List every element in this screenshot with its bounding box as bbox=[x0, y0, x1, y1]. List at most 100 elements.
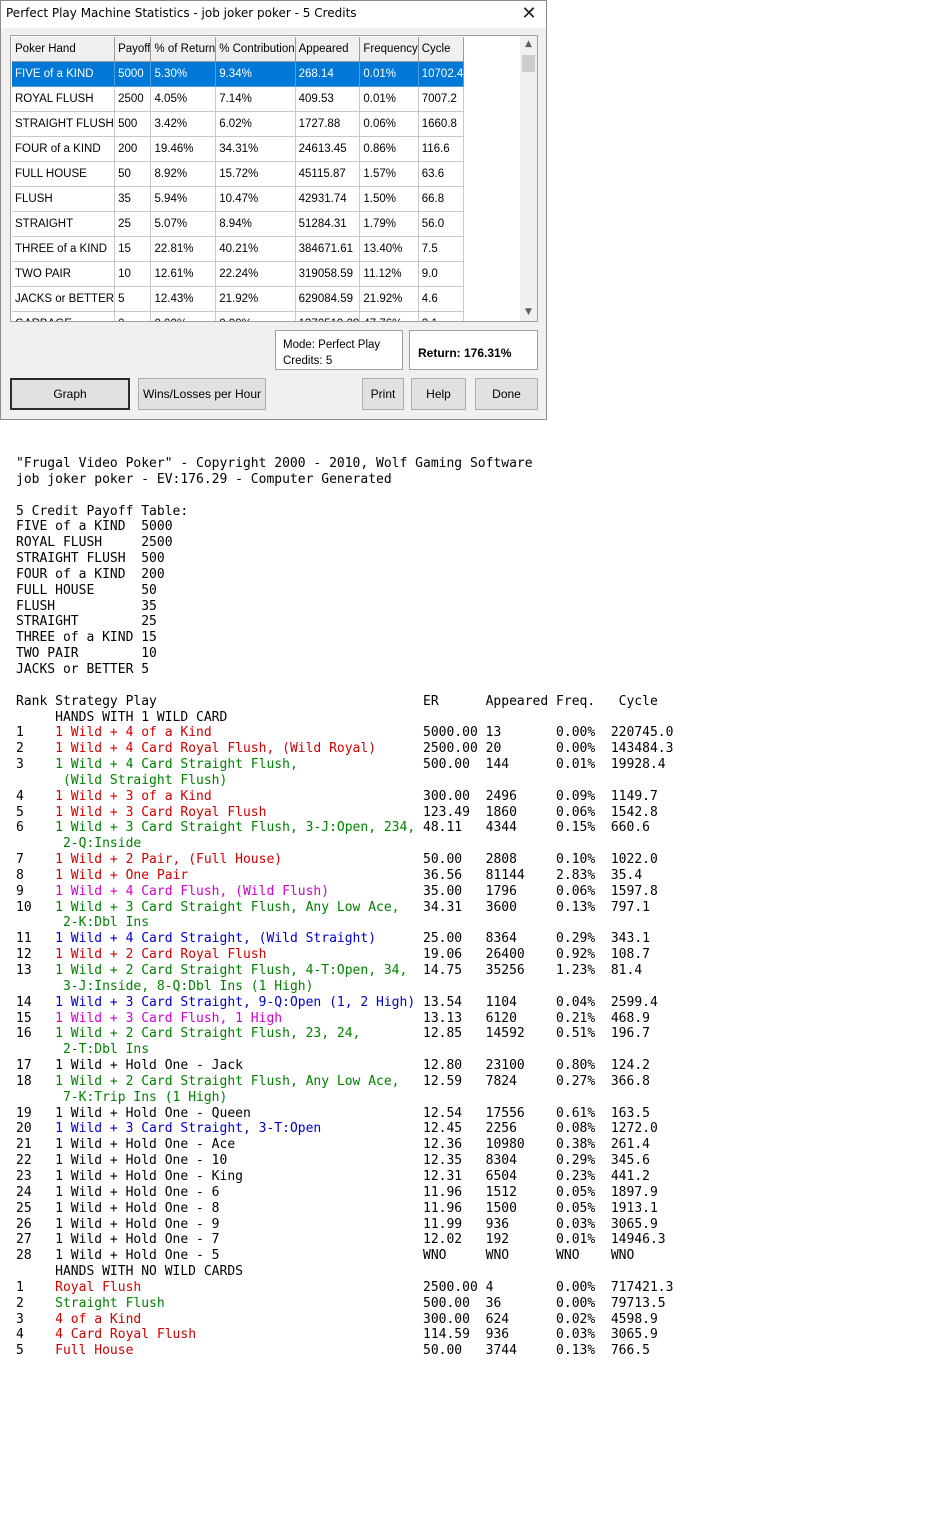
strategy-play: 2-T:Dbl Ins bbox=[55, 1042, 150, 1058]
strategy-play: 1 Wild + 4 Card Royal Flush, (Wild Royal… bbox=[55, 741, 423, 757]
table-row[interactable]: FLUSH 35 5.94% 10.47% 42931.74 1.50% 66.8 bbox=[12, 186, 465, 212]
play-stats: 50.00 2808 0.10% 1022.0 bbox=[423, 852, 658, 868]
table-cell: FOUR of a KIND bbox=[12, 136, 116, 162]
report-line: 10 1 Wild + 3 Card Straight Flush, Any L… bbox=[16, 900, 673, 916]
close-icon[interactable]: ✕ bbox=[518, 3, 540, 25]
statistics-dialog: Perfect Play Machine Statistics - job jo… bbox=[0, 0, 547, 420]
done-button[interactable]: Done bbox=[475, 378, 538, 410]
help-button[interactable]: Help bbox=[411, 378, 466, 410]
play-stats: 11.96 1512 0.05% 1897.9 bbox=[423, 1184, 658, 1200]
vertical-scrollbar[interactable]: ▲ ▼ bbox=[520, 36, 537, 321]
table-cell: 200 bbox=[114, 136, 152, 162]
rank-number: 3 bbox=[16, 757, 56, 773]
strategy-play: 1 Wild + 4 Card Flush, (Wild Flush) bbox=[55, 883, 423, 899]
play-stats: 12.36 10980 0.38% 261.4 bbox=[423, 1137, 650, 1153]
column-header[interactable]: % Contribution bbox=[215, 37, 296, 62]
report-line: 13 1 Wild + 2 Card Straight Flush, 4-T:O… bbox=[16, 963, 673, 979]
report-line: STRAIGHT 25 bbox=[16, 614, 157, 630]
table-row[interactable]: TWO PAIR 10 12.61% 22.24% 319058.59 11.12% 9.0 bbox=[12, 261, 465, 287]
table-cell: THREE of a KIND bbox=[12, 236, 116, 262]
rank-number: 1 bbox=[16, 725, 56, 741]
report-line: 23 1 Wild + Hold One - King 12.31 6504 0… bbox=[16, 1169, 673, 1185]
report-line: JACKS or BETTER 5 bbox=[16, 661, 150, 677]
table-cell: 7.5 bbox=[418, 236, 465, 262]
report-line: 15 1 Wild + 3 Card Flush, 1 High 13.13 6… bbox=[16, 1011, 673, 1027]
scroll-up-icon[interactable]: ▲ bbox=[520, 36, 537, 53]
report-line: 4 1 Wild + 3 of a Kind 300.00 2496 0.09%… bbox=[16, 789, 673, 805]
hand-statistics-list[interactable]: Poker Hand Payoff% of Return% Contributio… bbox=[10, 35, 538, 322]
report-line bbox=[16, 488, 673, 504]
report-line: 2-K:Dbl Ins bbox=[16, 915, 673, 931]
table-cell: TWO PAIR bbox=[12, 261, 116, 287]
table-cell: 10.47% bbox=[215, 186, 296, 212]
table-row[interactable]: FIVE of a KIND 5000 5.30% 9.34% 268.14 0.01% 1… bbox=[12, 61, 465, 87]
rank-number: 17 bbox=[16, 1058, 56, 1074]
table-row[interactable]: THREE of a KIND 15 22.81% 40.21% 384671.61 13… bbox=[12, 236, 465, 262]
graph-button[interactable]: Graph bbox=[10, 378, 130, 410]
table-cell: 4.6 bbox=[418, 286, 465, 312]
rank-number: 5 bbox=[16, 804, 56, 820]
strategy-play: 1 Wild + Hold One - 6 bbox=[55, 1184, 423, 1200]
table-row[interactable]: STRAIGHT 25 5.07% 8.94% 51284.31 1.79% 56.0 bbox=[12, 211, 465, 237]
report-line: 17 1 Wild + Hold One - Jack 12.80 23100 … bbox=[16, 1058, 673, 1074]
report-line: 26 1 Wild + Hold One - 9 11.99 936 0.03%… bbox=[16, 1217, 673, 1233]
table-cell: 5.30% bbox=[150, 61, 217, 87]
print-button[interactable]: Print bbox=[362, 378, 404, 410]
table-row[interactable]: GARBAGE00.00%0.00%1370519.2847.76%2.1 bbox=[12, 311, 465, 321]
report-line: THREE of a KIND 15 bbox=[16, 630, 157, 646]
column-header[interactable]: Cycle bbox=[418, 37, 465, 62]
table-row[interactable]: JACKS or BETTER 5 12.43% 21.92% 629084.59 21.… bbox=[12, 286, 465, 312]
table-row[interactable]: FOUR of a KIND 200 19.46% 34.31% 24613.45 0.8… bbox=[12, 136, 465, 162]
table-cell: 319058.59 bbox=[295, 261, 361, 287]
strategy-play: 1 Wild + 3 Card Straight Flush, 3-J:Open… bbox=[55, 820, 423, 836]
table-cell: 8.92% bbox=[150, 161, 217, 187]
return-value: Return: 176.31% bbox=[418, 346, 512, 360]
rank-number: 6 bbox=[16, 820, 56, 836]
table-cell: 0.86% bbox=[359, 136, 419, 162]
rank-number: 5 bbox=[16, 1343, 56, 1359]
table-row[interactable]: ROYAL FLUSH 2500 4.05% 7.14% 409.53 0.01% 7007… bbox=[12, 86, 465, 112]
table-cell: 629084.59 bbox=[295, 286, 361, 312]
scroll-thumb[interactable] bbox=[522, 55, 535, 72]
report-line bbox=[16, 678, 673, 694]
report-line: HANDS WITH NO WILD CARDS bbox=[16, 1264, 243, 1280]
scroll-down-icon[interactable]: ▼ bbox=[520, 304, 537, 321]
report-line: FOUR of a KIND 200 bbox=[16, 566, 165, 582]
play-stats: 11.96 1500 0.05% 1913.1 bbox=[423, 1200, 658, 1216]
table-cell: 45115.87 bbox=[295, 161, 361, 187]
strategy-play: 1 Wild + 2 Card Straight Flush, 4-T:Open… bbox=[55, 963, 423, 978]
table-cell: 5 bbox=[114, 286, 152, 312]
strategy-play: Full House bbox=[55, 1343, 423, 1359]
report-line: 6 1 Wild + 3 Card Straight Flush, 3-J:Op… bbox=[16, 820, 673, 836]
report-line: TWO PAIR 10 bbox=[16, 646, 157, 662]
play-stats: 12.54 17556 0.61% 163.5 bbox=[423, 1105, 650, 1121]
rank-number: 24 bbox=[16, 1184, 56, 1200]
strategy-play: 1 Wild + 3 Card Straight, 3-T:Open bbox=[55, 1121, 423, 1137]
column-header[interactable]: Appeared bbox=[295, 37, 361, 62]
strategy-play: 1 Wild + Hold One - 9 bbox=[55, 1216, 423, 1232]
table-row[interactable]: FULL HOUSE 50 8.92% 15.72% 45115.87 1.57% 63.6 bbox=[12, 161, 465, 187]
column-header[interactable]: Payoff bbox=[114, 37, 152, 62]
table-cell: FLUSH bbox=[12, 186, 116, 212]
table-cell: 47.76% bbox=[359, 311, 419, 321]
report-line: HANDS WITH 1 WILD CARD bbox=[16, 709, 228, 725]
table-cell: 22.81% bbox=[150, 236, 217, 262]
rank-number: 1 bbox=[16, 1279, 56, 1295]
column-header[interactable]: Poker Hand bbox=[12, 37, 116, 62]
strategy-play: 1 Wild + Hold One - Ace bbox=[55, 1137, 423, 1153]
rank-number: 20 bbox=[16, 1121, 56, 1137]
report-line: 24 1 Wild + Hold One - 6 11.96 1512 0.05… bbox=[16, 1185, 673, 1201]
strategy-play: 1 Wild + 2 Card Royal Flush bbox=[55, 947, 423, 963]
wins-losses-per-hour-button[interactable]: Wins/Losses per Hour bbox=[138, 378, 266, 410]
rank-number bbox=[16, 836, 55, 851]
play-stats: 12.59 7824 0.27% 366.8 bbox=[423, 1073, 650, 1089]
report-line: 18 1 Wild + 2 Card Straight Flush, Any L… bbox=[16, 1074, 673, 1090]
report-line: 14 1 Wild + 3 Card Straight, 9-Q:Open (1… bbox=[16, 995, 673, 1011]
column-header[interactable]: % of Return bbox=[150, 37, 217, 62]
table-cell: 8.94% bbox=[215, 211, 296, 237]
column-header[interactable]: Frequency bbox=[359, 37, 419, 62]
strategy-play: 7-K:Trip Ins (1 High) bbox=[55, 1089, 228, 1105]
table-row[interactable]: STRAIGHT FLUSH 500 3.42% 6.02% 1727.88 0.06% 1… bbox=[12, 111, 465, 137]
report-line: FLUSH 35 bbox=[16, 598, 157, 614]
rank-number: 4 bbox=[16, 1327, 56, 1343]
